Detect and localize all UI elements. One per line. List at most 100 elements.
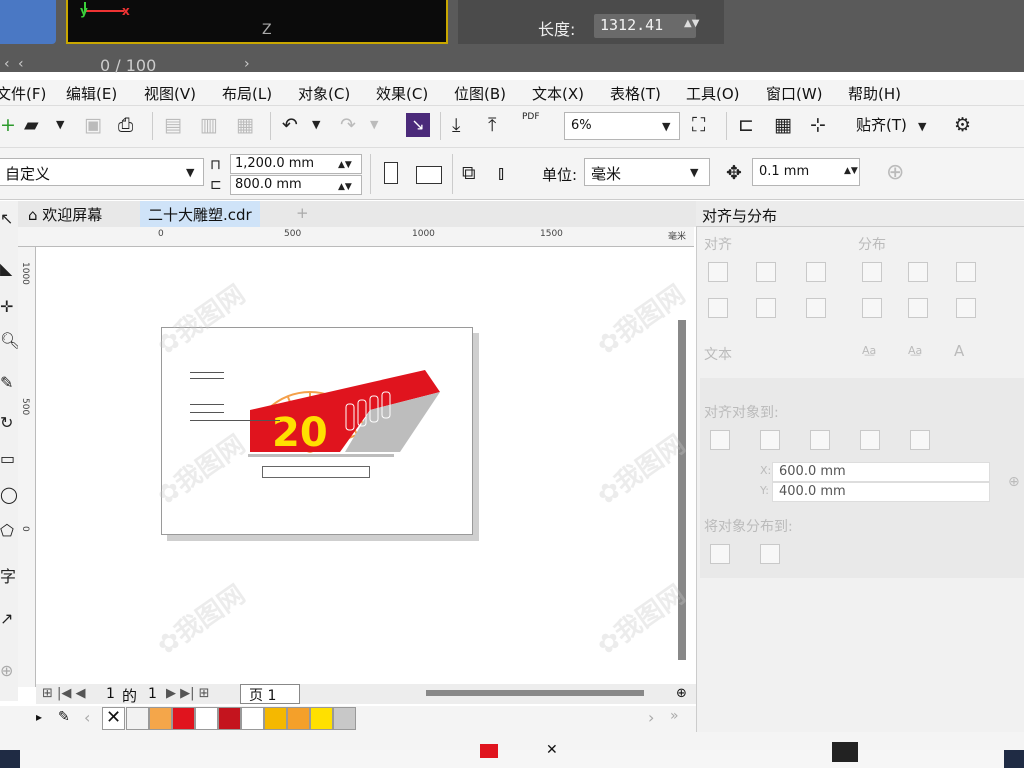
color-swatch[interactable] — [172, 707, 195, 730]
palette-scroll-left-icon[interactable]: ‹ — [84, 708, 90, 727]
open-dropdown-icon[interactable]: ▼ — [56, 114, 64, 136]
vertical-scrollbar[interactable] — [678, 320, 686, 660]
palette-scroll-right-icon[interactable]: › — [648, 708, 654, 727]
spinner-icon[interactable]: ▲▼ — [684, 18, 699, 29]
new-icon[interactable]: + — [0, 114, 16, 136]
zoom-nav-icon[interactable]: ⊕ — [676, 686, 687, 701]
copy-icon[interactable]: ▥ — [200, 114, 218, 136]
paste-icon[interactable]: ▦ — [236, 114, 254, 136]
horizontal-scrollbar[interactable] — [426, 690, 644, 696]
grid-icon[interactable]: ▦ — [774, 114, 792, 136]
prev-arrow-icon[interactable]: ‹ — [4, 56, 10, 72]
menu-help[interactable]: 帮助(H) — [848, 83, 901, 104]
width-spinner-icon[interactable]: ▲▼ — [338, 154, 352, 176]
open-icon[interactable]: ▰ — [24, 114, 39, 136]
connector-tool-icon[interactable]: ↗ — [0, 608, 13, 630]
page-preset-select[interactable]: 自定义 — [0, 158, 204, 186]
length-input[interactable]: 1312.41 — [594, 14, 696, 38]
undo-icon[interactable]: ↶ — [282, 114, 298, 136]
redo-dropdown-icon[interactable]: ▼ — [370, 114, 378, 136]
snap-to-menu[interactable]: 贴齐(T) — [856, 114, 907, 135]
height-spinner-icon[interactable]: ▲▼ — [338, 176, 352, 198]
color-swatch[interactable] — [195, 707, 218, 730]
snap-dropdown-icon[interactable]: ▼ — [918, 116, 926, 138]
menu-file[interactable]: 文件(F) — [0, 83, 46, 104]
target-icon[interactable]: ⊕ — [1008, 474, 1020, 490]
menu-edit[interactable]: 编辑(E) — [66, 83, 117, 104]
menu-layout[interactable]: 布局(L) — [222, 83, 272, 104]
color-swatch[interactable] — [287, 707, 310, 730]
guidelines-icon[interactable]: ⊹ — [810, 114, 826, 136]
rulers-icon[interactable]: ⊏ — [738, 114, 754, 136]
menu-view[interactable]: 视图(V) — [144, 83, 196, 104]
align-to-active-icon[interactable] — [710, 430, 730, 450]
color-swatch[interactable] — [241, 707, 264, 730]
crop-tool-icon[interactable]: ✛ — [0, 296, 13, 318]
color-swatch[interactable] — [310, 707, 333, 730]
portrait-icon[interactable] — [384, 162, 398, 184]
align-center-v-icon[interactable] — [756, 298, 776, 318]
menu-tools[interactable]: 工具(O) — [686, 83, 740, 104]
new-tab-button[interactable]: + — [288, 201, 317, 227]
x-input[interactable]: 600.0 mm — [772, 462, 990, 482]
distribute-top-icon[interactable] — [862, 298, 882, 318]
shape-tool-icon[interactable]: ◣ — [0, 258, 12, 280]
preset-dropdown-icon[interactable]: ▼ — [186, 162, 194, 184]
rectangle-tool-icon[interactable]: ▭ — [0, 448, 15, 470]
redo-icon[interactable]: ↷ — [340, 114, 356, 136]
save-icon[interactable]: ▣ — [84, 114, 102, 136]
menu-effects[interactable]: 效果(C) — [376, 83, 428, 104]
text-bbox-icon[interactable]: A — [954, 342, 964, 360]
color-swatch[interactable] — [126, 707, 149, 730]
distribute-left-icon[interactable] — [862, 262, 882, 282]
color-swatch[interactable] — [149, 707, 172, 730]
add-icon[interactable]: ⊕ — [886, 162, 904, 184]
unit-dropdown-icon[interactable]: ▼ — [690, 162, 698, 184]
zoom-dropdown-icon[interactable]: ▼ — [662, 116, 670, 138]
freehand-tool-icon[interactable]: ✎ — [0, 372, 13, 394]
artistic-media-icon[interactable]: ↻ — [0, 412, 13, 434]
distribute-middle-icon[interactable] — [908, 298, 928, 318]
text-tool-icon[interactable]: 字 — [0, 566, 16, 588]
nudge-spinner-icon[interactable]: ▲▼ — [844, 160, 858, 182]
cut-icon[interactable]: ▤ — [164, 114, 182, 136]
y-input[interactable]: 400.0 mm — [772, 482, 990, 502]
color-swatch[interactable] — [218, 707, 241, 730]
pdf-icon[interactable]: PDF — [522, 112, 540, 122]
distribute-to-page-icon[interactable] — [760, 544, 780, 564]
next-arrow-icon[interactable]: › — [244, 56, 250, 72]
page-nav-controls[interactable]: ⊞ |◀ ◀ — [42, 686, 86, 701]
align-top-icon[interactable] — [708, 298, 728, 318]
color-swatch[interactable] — [333, 707, 356, 730]
all-pages-icon[interactable]: ⧉ — [462, 162, 476, 184]
no-color-swatch[interactable]: ✕ — [102, 707, 125, 730]
distribute-right-icon[interactable] — [956, 262, 976, 282]
color-swatch[interactable] — [264, 707, 287, 730]
align-to-page-center-icon[interactable] — [810, 430, 830, 450]
polygon-tool-icon[interactable]: ⬠ — [0, 520, 14, 542]
prev2-arrow-icon[interactable]: ‹ — [18, 56, 24, 72]
distribute-to-selection-icon[interactable] — [710, 544, 730, 564]
text-first-line-icon[interactable]: A͟a — [908, 344, 922, 357]
align-right-icon[interactable] — [806, 262, 826, 282]
menu-text[interactable]: 文本(X) — [532, 83, 584, 104]
page-nav-next[interactable]: ▶ ▶| ⊞ — [166, 686, 210, 701]
pick-tool-icon[interactable]: ↖ — [0, 208, 13, 230]
distribute-bottom-icon[interactable] — [956, 298, 976, 318]
align-bottom-icon[interactable] — [806, 298, 826, 318]
distribute-center-icon[interactable] — [908, 262, 928, 282]
menu-table[interactable]: 表格(T) — [610, 83, 661, 104]
current-page-icon[interactable]: ⫾ — [498, 162, 504, 184]
export-icon[interactable]: ⤒ — [488, 114, 496, 136]
menu-object[interactable]: 对象(C) — [298, 83, 350, 104]
menu-window[interactable]: 窗口(W) — [766, 83, 823, 104]
align-left-icon[interactable] — [708, 262, 728, 282]
eyedropper-icon[interactable]: ✎ — [58, 709, 70, 725]
add-tool-icon[interactable]: ⊕ — [0, 660, 13, 682]
palette-menu-icon[interactable]: ▸ — [36, 710, 42, 724]
print-icon[interactable]: ⎙ — [118, 114, 133, 136]
tab-document[interactable]: 二十大雕塑.cdr — [140, 201, 260, 227]
landscape-icon[interactable] — [416, 166, 442, 184]
page-tab[interactable]: 页 1 — [240, 684, 300, 704]
align-to-grid-icon[interactable] — [860, 430, 880, 450]
